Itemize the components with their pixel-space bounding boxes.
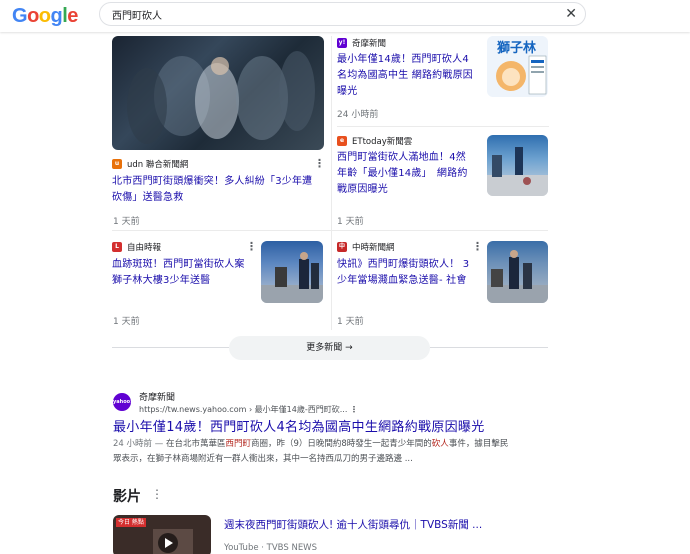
yahoo-icon: y! (337, 38, 347, 48)
header-bar: Google ✕ (0, 0, 690, 32)
videos-heading: 影片 (113, 489, 141, 505)
police-scene-icon (487, 250, 548, 303)
more-options-icon[interactable]: ⋮ (151, 487, 163, 501)
video-badge: 今日 熱點 (116, 518, 146, 527)
crowd-photo-icon (127, 51, 315, 144)
street-scene-icon (487, 147, 548, 196)
ltn-icon: L (112, 242, 122, 252)
news-image-large[interactable] (112, 36, 324, 150)
video-thumbnail[interactable]: 今日 熱點 (113, 515, 211, 554)
divider (430, 347, 548, 348)
news-thumbnail[interactable] (487, 135, 548, 196)
lion-mascot-icon (496, 55, 547, 95)
news-title[interactable]: 血跡斑斑！西門町當街砍人案 獅子林大樓3少年送醫 (112, 257, 257, 289)
more-options-icon[interactable]: ⋮ (472, 241, 483, 252)
divider (331, 36, 332, 330)
more-options-icon[interactable]: ⋮ (350, 405, 358, 414)
divider (112, 347, 229, 348)
news-title[interactable]: 快訊》西門町爆街頭砍人！ 3 少年當場濺血緊急送醫- 社會 (337, 257, 485, 289)
search-results-page: Google ✕ u udn 聯合新聞網 ⋮ 北市西門町街頭爆衝突！多人糾紛「3… (0, 0, 690, 554)
divider (112, 230, 548, 231)
news-time: 1 天前 (337, 317, 364, 327)
clear-icon[interactable]: ✕ (565, 5, 577, 23)
result-snippet: 24 小時前 — 在台北市萬華區西門町商圈，昨（9）日晚間約8時發生一起青少年間… (113, 439, 509, 464)
news-title[interactable]: 北市西門町街頭爆衝突！多人糾紛「3少年遭 砍傷」送醫急救 (112, 174, 327, 206)
yahoo-icon[interactable]: yahoo! (113, 393, 132, 411)
news-time: 24 小時前 (337, 110, 379, 120)
search-input[interactable] (112, 6, 532, 22)
arrow-right-icon: → (345, 343, 353, 353)
more-news-button[interactable]: 更多新聞 → (229, 336, 430, 360)
news-source: u udn 聯合新聞網 (112, 158, 188, 170)
news-thumbnail[interactable]: 獅子林 (487, 36, 548, 97)
search-box[interactable]: ✕ (99, 2, 586, 26)
google-logo[interactable]: Google (12, 5, 78, 28)
news-source: L 自由時報 (112, 241, 161, 253)
more-options-icon[interactable]: ⋮ (246, 241, 257, 252)
ettoday-icon: e (337, 136, 347, 146)
news-time: 1 天前 (113, 317, 140, 327)
police-scene-icon (261, 252, 323, 303)
news-source: e ETtoday新聞雲 (337, 135, 412, 147)
news-source: y! 奇摩新聞 (337, 38, 387, 49)
video-title[interactable]: 週末夜西門町街頭砍人! 逾十人街頭尋仇｜TVBS新聞 ... (224, 517, 482, 532)
news-thumbnail[interactable] (487, 241, 548, 303)
news-time: 1 天前 (337, 217, 364, 227)
news-title[interactable]: 西門町當街砍人滿地血！4然 年齡「最小僅14歲」 網路約 戰原因曝光 (337, 150, 485, 198)
chinatimes-icon: 中 (337, 242, 347, 252)
news-thumbnail[interactable] (261, 241, 323, 303)
udn-icon: u (112, 159, 122, 169)
news-source: 中 中時新聞網 (337, 242, 395, 253)
news-title[interactable]: 最小年僅14歲！西門町砍人4 名均為國高中生 網路約戰原因 曝光 (337, 52, 482, 100)
video-source: YouTube · TVBS NEWS (224, 543, 317, 553)
result-url[interactable]: https://tw.news.yahoo.com › 最小年僅14歲-西門町砍… (139, 404, 358, 415)
more-options-icon[interactable]: ⋮ (314, 158, 325, 169)
divider (337, 126, 549, 127)
news-time: 1 天前 (113, 217, 140, 227)
result-site-name[interactable]: 奇摩新聞 (139, 390, 175, 403)
result-title[interactable]: 最小年僅14歲！西門町砍人4名均為國高中生網路約戰原因曝光 (113, 416, 485, 435)
